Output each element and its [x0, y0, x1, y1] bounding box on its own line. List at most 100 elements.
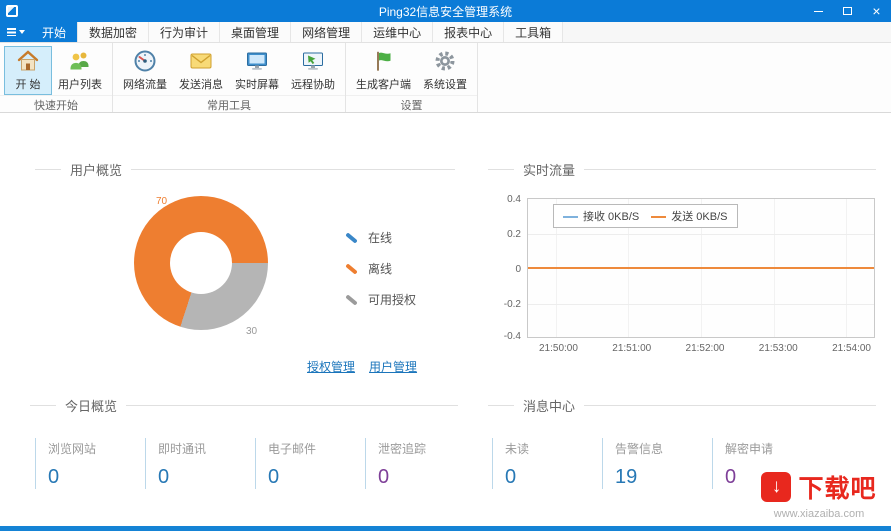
ribbon-button-label: 发送消息	[179, 79, 223, 91]
system-settings-button[interactable]: 系统设置	[417, 46, 473, 95]
legend-item-available-license: 可用授权	[345, 291, 416, 308]
x-tick: 21:53:00	[758, 343, 798, 354]
watermark-url: www.xiazaiba.com	[773, 508, 865, 520]
stat-unread: 未读 0	[492, 438, 602, 489]
user-overview-legend: 在线 离线 可用授权	[345, 229, 416, 308]
app-window: Ping32信息安全管理系统 × 开始 数据加密 行为审计 桌面管理 网络管理 …	[0, 0, 891, 531]
section-title: 消息中心	[523, 399, 576, 414]
gridline	[528, 304, 874, 305]
tab-report-center[interactable]: 报表中心	[433, 22, 505, 42]
tab-toolbox[interactable]: 工具箱	[504, 22, 564, 42]
legend-label: 在线	[368, 231, 393, 245]
stat-label: 泄密追踪	[378, 442, 427, 456]
minimize-icon	[814, 10, 823, 12]
user-management-link[interactable]: 用户管理	[369, 358, 417, 375]
today-overview-stats: 浏览网站 0 即时通讯 0 电子邮件 0 泄密追踪 0	[35, 438, 475, 489]
send-message-button[interactable]: 发送消息	[173, 46, 229, 95]
legend-label: 发送 0KB/S	[671, 211, 728, 223]
message-center-header: 消息中心	[488, 396, 876, 415]
stat-email: 电子邮件 0	[255, 438, 365, 489]
ribbon-button-label: 远程协助	[291, 79, 335, 91]
tab-data-encryption[interactable]: 数据加密	[78, 22, 150, 42]
tab-ops-center[interactable]: 运维中心	[362, 22, 434, 42]
ribbon-group-settings: 生成客户端 系统设置 设置	[346, 43, 478, 112]
remote-assist-button[interactable]: 远程协助	[285, 46, 341, 95]
app-logo-icon	[6, 5, 18, 17]
flag-icon	[376, 51, 390, 71]
legend-label: 离线	[368, 262, 393, 276]
user-overview-header: 用户概览	[35, 160, 455, 179]
ribbon-button-label: 生成客户端	[356, 79, 411, 91]
screen-icon	[247, 52, 267, 70]
gauge-icon	[134, 50, 156, 72]
gear-icon	[435, 51, 455, 71]
grid-icon	[6, 28, 16, 36]
download-icon: ↓	[761, 472, 792, 502]
group-label-common-tools: 常用工具	[113, 95, 345, 116]
offline-marker-icon	[345, 262, 358, 275]
stat-value: 0	[268, 466, 280, 488]
receive-line-icon	[563, 216, 578, 219]
x-axis-labels: 21:50:00 21:51:00 21:52:00 21:53:00 21:5…	[527, 338, 875, 354]
section-title: 用户概览	[70, 163, 123, 178]
group-label-quick-start: 快速开始	[0, 95, 112, 116]
network-traffic-button[interactable]: 网络流量	[117, 46, 173, 95]
legend-item-send: 发送 0KB/S	[651, 208, 728, 224]
stat-label: 电子邮件	[268, 442, 317, 456]
legend-item-receive: 接收 0KB/S	[563, 208, 639, 224]
ribbon-button-label: 开 始	[15, 79, 41, 91]
y-tick: 0.4	[507, 194, 521, 205]
donut-label-available: 30	[246, 326, 258, 337]
stat-leak-tracking: 泄密追踪 0	[365, 438, 475, 489]
stat-label: 浏览网站	[48, 442, 97, 456]
minimize-button[interactable]	[804, 0, 833, 22]
stat-label: 解密申请	[725, 442, 774, 456]
xiazaiba-watermark: ↓ 下载吧 www.xiazaiba.com	[753, 469, 885, 520]
stat-value: 19	[615, 466, 638, 488]
home-icon	[17, 50, 39, 71]
close-button[interactable]: ×	[862, 0, 891, 22]
chevron-down-icon	[18, 30, 25, 34]
send-line-icon	[651, 216, 667, 219]
generate-client-button[interactable]: 生成客户端	[350, 46, 417, 95]
stat-websites-browsed: 浏览网站 0	[35, 438, 145, 489]
y-tick: 0	[515, 264, 521, 275]
tab-behavior-audit[interactable]: 行为审计	[149, 22, 221, 42]
x-tick: 21:52:00	[685, 343, 725, 354]
legend-item-online: 在线	[345, 229, 416, 246]
tab-start[interactable]: 开始	[31, 22, 79, 42]
license-management-link[interactable]: 授权管理	[307, 358, 355, 375]
status-bar	[0, 526, 891, 531]
maximize-button[interactable]	[833, 0, 862, 22]
ribbon-tab-bar: 开始 数据加密 行为审计 桌面管理 网络管理 运维中心 报表中心 工具箱	[0, 22, 891, 43]
tab-desktop-management[interactable]: 桌面管理	[220, 22, 292, 42]
y-tick: -0.2	[503, 299, 521, 310]
start-button[interactable]: 开 始	[4, 46, 52, 95]
stat-label: 即时通讯	[158, 442, 207, 456]
ribbon-button-label: 系统设置	[423, 79, 467, 91]
remote-icon	[303, 52, 323, 70]
x-tick: 21:54:00	[832, 343, 871, 354]
y-axis-labels: 0.4 0.2 0 -0.2 -0.4	[497, 194, 527, 342]
user-donut-chart: 70 30	[134, 196, 268, 337]
maximize-icon	[843, 7, 852, 15]
send-series-line	[528, 267, 874, 269]
group-label-settings: 设置	[346, 95, 477, 116]
tab-network-management[interactable]: 网络管理	[291, 22, 363, 42]
donut-label-offline: 70	[156, 196, 168, 207]
x-tick: 21:51:00	[612, 343, 652, 354]
stat-value: 0	[48, 466, 60, 488]
traffic-chart-legend: 接收 0KB/S 发送 0KB/S	[553, 204, 738, 228]
user-list-button[interactable]: 用户列表	[52, 46, 108, 95]
realtime-traffic-header: 实时流量	[488, 160, 876, 179]
legend-item-offline: 离线	[345, 260, 416, 277]
user-overview-links: 授权管理 用户管理	[307, 358, 417, 375]
titlebar: Ping32信息安全管理系统 ×	[0, 0, 891, 22]
message-icon	[190, 53, 212, 69]
app-menu-button[interactable]	[0, 22, 31, 42]
realtime-screen-button[interactable]: 实时屏幕	[229, 46, 285, 95]
gridline	[528, 234, 874, 235]
section-title: 实时流量	[523, 163, 576, 178]
ribbon-group-quick-start: 开 始 用户列表 快速开始	[0, 43, 113, 112]
online-marker-icon	[345, 231, 358, 244]
